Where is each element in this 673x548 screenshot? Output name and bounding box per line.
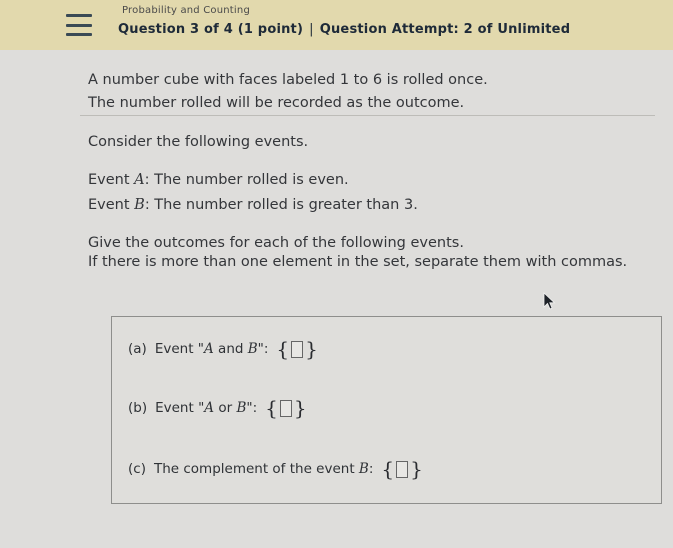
part-a-prefix: Event " bbox=[154, 341, 204, 357]
event-b-text: : The number rolled is greater than 3. bbox=[144, 197, 418, 213]
event-a-definition: Event A: The number rolled is even. bbox=[88, 172, 349, 188]
part-b-prompt: Event "A or B": bbox=[155, 400, 257, 416]
brace-close: } bbox=[410, 457, 423, 481]
part-b-prefix: Event " bbox=[155, 400, 205, 416]
part-b-set-input: {} bbox=[265, 396, 306, 420]
event-b-prefix: Event bbox=[88, 197, 135, 213]
part-a-answer-input[interactable] bbox=[291, 340, 304, 358]
part-c-prompt: The complement of the event B: bbox=[154, 461, 373, 477]
part-a-set-input: {} bbox=[276, 337, 317, 361]
question-number: Question 3 of 4 (1 point) bbox=[118, 22, 304, 37]
problem-line-2: The number rolled will be recorded as th… bbox=[88, 95, 465, 111]
question-info-line: Question 3 of 4 (1 point) | Question Attem… bbox=[118, 22, 570, 37]
part-c-set-input: {} bbox=[381, 457, 422, 481]
brace-open: { bbox=[381, 457, 395, 481]
instruction-line-2: If there is more than one element in the… bbox=[88, 254, 628, 270]
part-a: (a) Event "A and B": {} bbox=[128, 337, 318, 361]
part-b-var-a: A bbox=[204, 400, 215, 416]
separator: | bbox=[309, 22, 314, 37]
part-a-prompt: Event "A and B": bbox=[155, 341, 269, 357]
brace-open: { bbox=[276, 337, 290, 361]
part-b-label: (b) bbox=[128, 400, 148, 416]
part-c-var-b: B bbox=[358, 461, 369, 477]
mouse-cursor-icon bbox=[543, 292, 556, 310]
part-b: (b) Event "A or B": {} bbox=[128, 396, 307, 420]
consider-text: Consider the following events. bbox=[88, 134, 309, 150]
part-b-suffix: ": bbox=[246, 400, 258, 416]
problem-line-1: A number cube with faces labeled 1 to 6 … bbox=[88, 72, 488, 88]
divider bbox=[80, 115, 655, 116]
part-c-answer-input[interactable] bbox=[396, 460, 409, 478]
brace-close: } bbox=[305, 337, 318, 361]
part-a-label: (a) bbox=[128, 341, 147, 357]
part-c-colon: : bbox=[368, 461, 374, 477]
event-a-variable: A bbox=[134, 172, 145, 188]
part-c-label: (c) bbox=[128, 461, 146, 477]
event-b-variable: B bbox=[134, 197, 145, 213]
event-a-text: : The number rolled is even. bbox=[144, 172, 349, 188]
part-c: (c) The complement of the event B: {} bbox=[128, 457, 423, 481]
event-a-prefix: Event bbox=[88, 172, 135, 188]
part-a-var-a: A bbox=[204, 341, 214, 357]
instruction-line-1: Give the outcomes for each of the follow… bbox=[88, 235, 464, 251]
attempt-info: Question Attempt: 2 of Unlimited bbox=[319, 22, 571, 37]
part-b-var-b: B bbox=[236, 400, 247, 416]
part-a-suffix: ": bbox=[257, 341, 269, 357]
brace-open: { bbox=[265, 396, 278, 420]
event-b-definition: Event B: The number rolled is greater th… bbox=[88, 197, 418, 213]
part-b-connector: or bbox=[214, 400, 237, 416]
top-bar: Probability and Counting Question 3 of 4… bbox=[0, 0, 673, 50]
brace-close: } bbox=[293, 396, 307, 420]
part-a-connector: and bbox=[213, 341, 248, 357]
part-a-var-b: B bbox=[247, 341, 258, 357]
topic-title: Probability and Counting bbox=[122, 5, 250, 16]
answer-box: (a) Event "A and B": {} (b) Event "A or … bbox=[111, 316, 662, 504]
menu-icon[interactable] bbox=[66, 14, 92, 36]
part-b-answer-input[interactable] bbox=[279, 399, 292, 417]
part-c-text: The complement of the event bbox=[153, 461, 359, 477]
